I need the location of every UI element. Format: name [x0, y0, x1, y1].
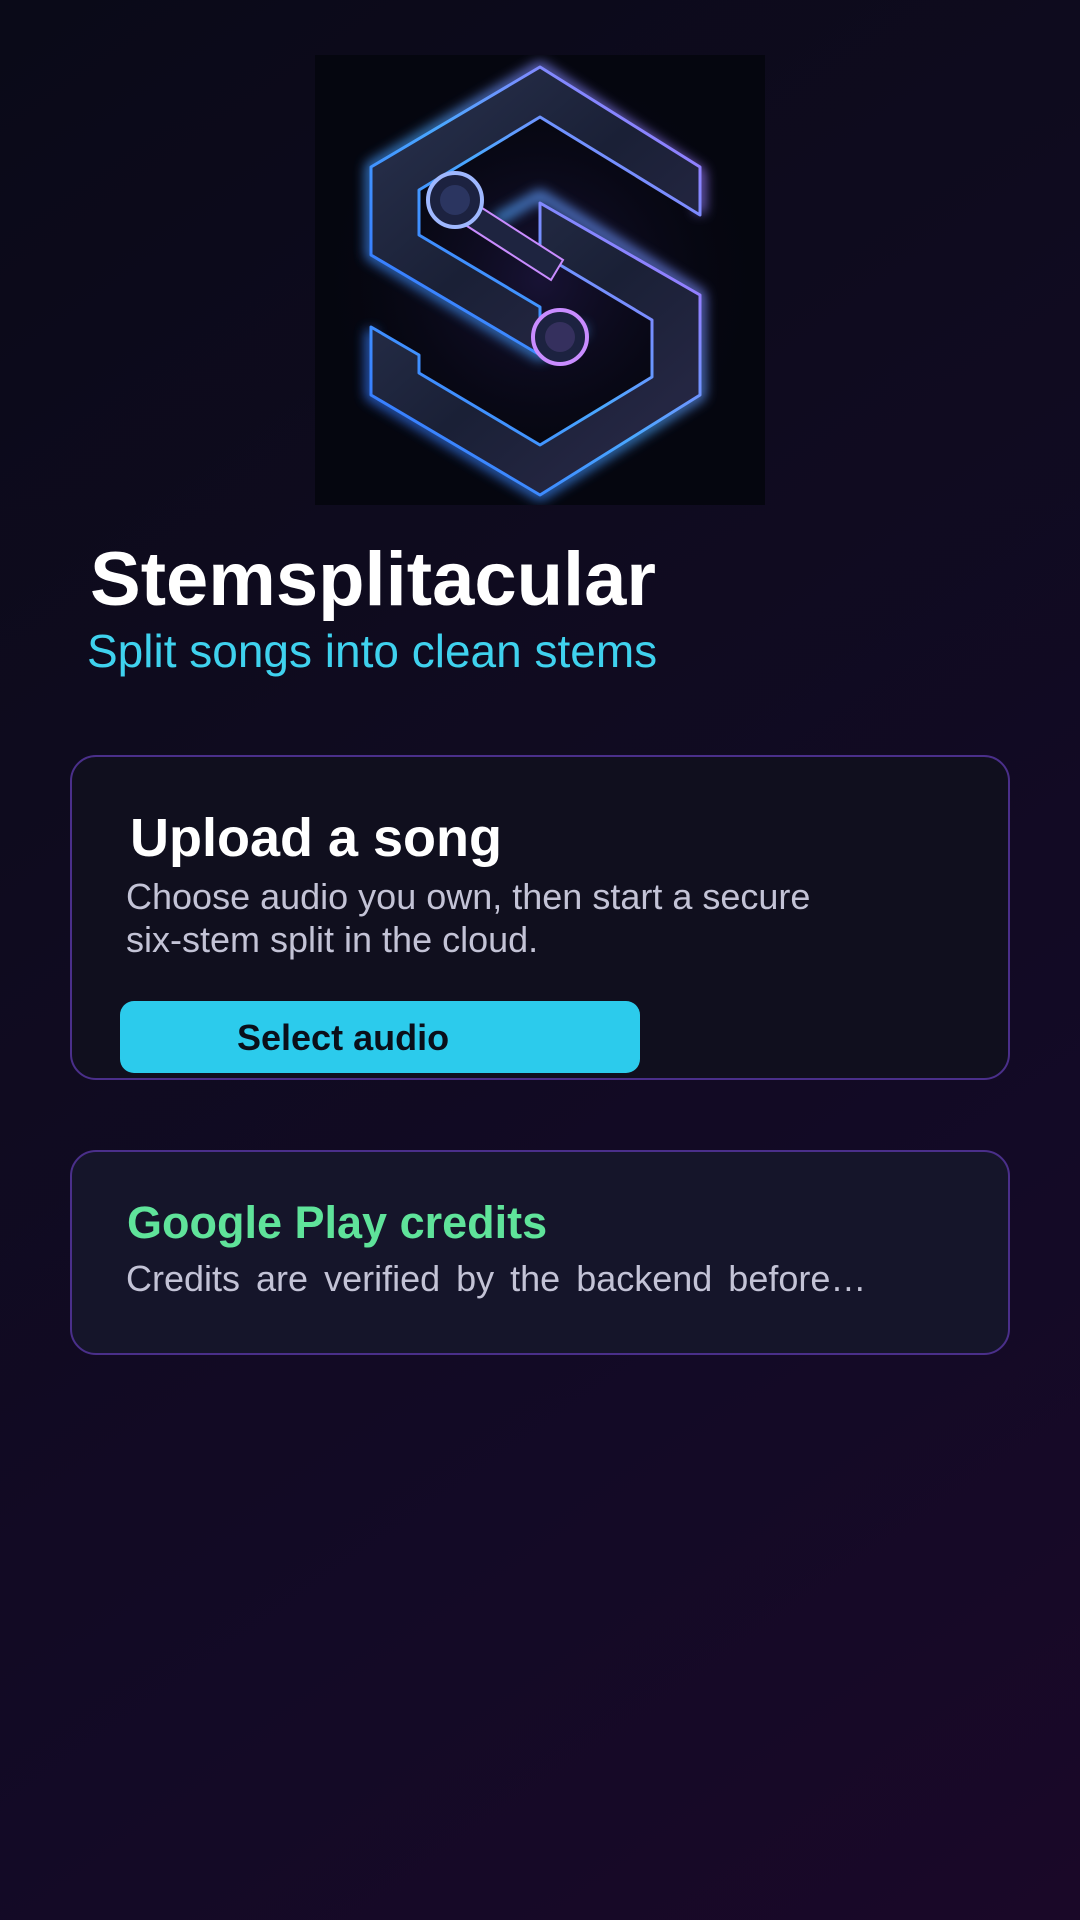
- app-logo: [315, 55, 765, 505]
- upload-card: Upload a song Choose audio you own, then…: [70, 755, 1010, 1080]
- app-subtitle: Split songs into clean stems: [87, 625, 658, 677]
- credits-card[interactable]: Google Play credits Credits are verified…: [70, 1150, 1010, 1355]
- credits-card-title: Google Play credits: [127, 1197, 548, 1248]
- upload-card-description: Choose audio you own, then start a secur…: [126, 876, 811, 960]
- select-audio-button-label: Select audio: [237, 1017, 450, 1058]
- app-title: Stemsplitacular: [90, 537, 656, 622]
- select-audio-button[interactable]: Select audio: [120, 1001, 640, 1073]
- stem-split-s-logo-icon: [315, 55, 765, 505]
- credits-card-description: Credits are verified by the backend befo…: [126, 1258, 867, 1299]
- upload-card-title: Upload a song: [130, 808, 503, 868]
